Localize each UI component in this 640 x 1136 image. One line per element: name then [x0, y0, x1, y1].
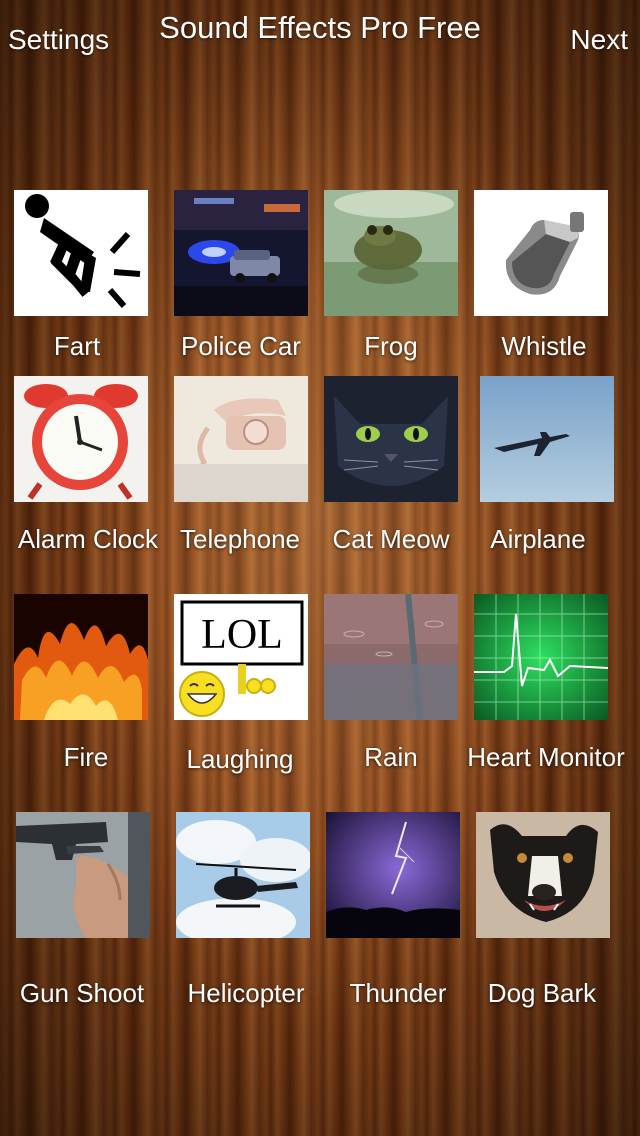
helicopter-icon — [176, 812, 310, 938]
sound-label-helicopter: Helicopter — [187, 978, 305, 1008]
sound-button-laughing[interactable]: LOL — [174, 594, 308, 720]
sound-label-frog: Frog — [364, 331, 418, 361]
police-car-icon — [174, 190, 308, 316]
sound-button-frog[interactable] — [324, 190, 458, 316]
sound-label-fart: Fart — [53, 331, 101, 361]
sound-button-helicopter[interactable] — [176, 812, 310, 938]
telephone-icon — [174, 376, 308, 502]
sound-button-airplane[interactable] — [480, 376, 614, 502]
sound-label-rain: Rain — [364, 742, 418, 772]
next-button[interactable]: Next — [570, 24, 628, 56]
sound-button-fire[interactable] — [14, 594, 148, 720]
rain-icon — [324, 594, 458, 720]
navigation-bar: Settings Sound Effects Pro Free Next — [0, 0, 640, 90]
sound-label-gun-shoot: Gun Shoot — [19, 978, 145, 1008]
alarm-clock-icon — [14, 376, 148, 502]
airplane-icon — [480, 376, 614, 502]
whistle-icon — [474, 190, 608, 316]
sound-button-police-car[interactable] — [174, 190, 308, 316]
laughing-icon: LOL — [174, 594, 308, 720]
sound-button-alarm-clock[interactable] — [14, 376, 148, 502]
sound-button-cat-meow[interactable] — [324, 376, 458, 502]
sound-label-airplane: Airplane — [490, 524, 586, 554]
sound-button-whistle[interactable] — [474, 190, 608, 316]
lol-sign-text: LOL — [201, 612, 283, 658]
gun-icon — [16, 812, 150, 938]
sound-label-telephone: Telephone — [180, 524, 300, 554]
sound-button-dog-bark[interactable] — [476, 812, 610, 938]
sound-button-gun-shoot[interactable] — [16, 812, 150, 938]
sound-label-thunder: Thunder — [349, 978, 447, 1008]
sound-label-police-car: Police Car — [181, 331, 301, 361]
app-title: Sound Effects Pro Free — [159, 10, 481, 45]
sound-label-dog-bark: Dog Bark — [487, 978, 597, 1008]
sound-label-whistle: Whistle — [501, 331, 587, 361]
sound-button-rain[interactable] — [324, 594, 458, 720]
sound-label-laughing: Laughing — [186, 744, 294, 774]
heart-monitor-icon — [474, 594, 608, 720]
fire-icon — [14, 594, 148, 720]
sound-button-fart[interactable] — [14, 190, 148, 316]
sound-button-thunder[interactable] — [326, 812, 460, 938]
fart-icon — [14, 190, 148, 316]
dog-icon — [476, 812, 610, 938]
sound-button-telephone[interactable] — [174, 376, 308, 502]
sound-label-fire: Fire — [63, 742, 109, 772]
wood-background — [0, 0, 640, 1136]
sound-label-heart-monitor: Heart Monitor — [467, 742, 625, 772]
cat-icon — [324, 376, 458, 502]
sound-button-heart-monitor[interactable] — [474, 594, 608, 720]
sound-label-cat-meow: Cat Meow — [332, 524, 450, 554]
frog-icon — [324, 190, 458, 316]
thunder-icon — [326, 812, 460, 938]
sound-label-alarm-clock: Alarm Clock — [17, 524, 159, 554]
